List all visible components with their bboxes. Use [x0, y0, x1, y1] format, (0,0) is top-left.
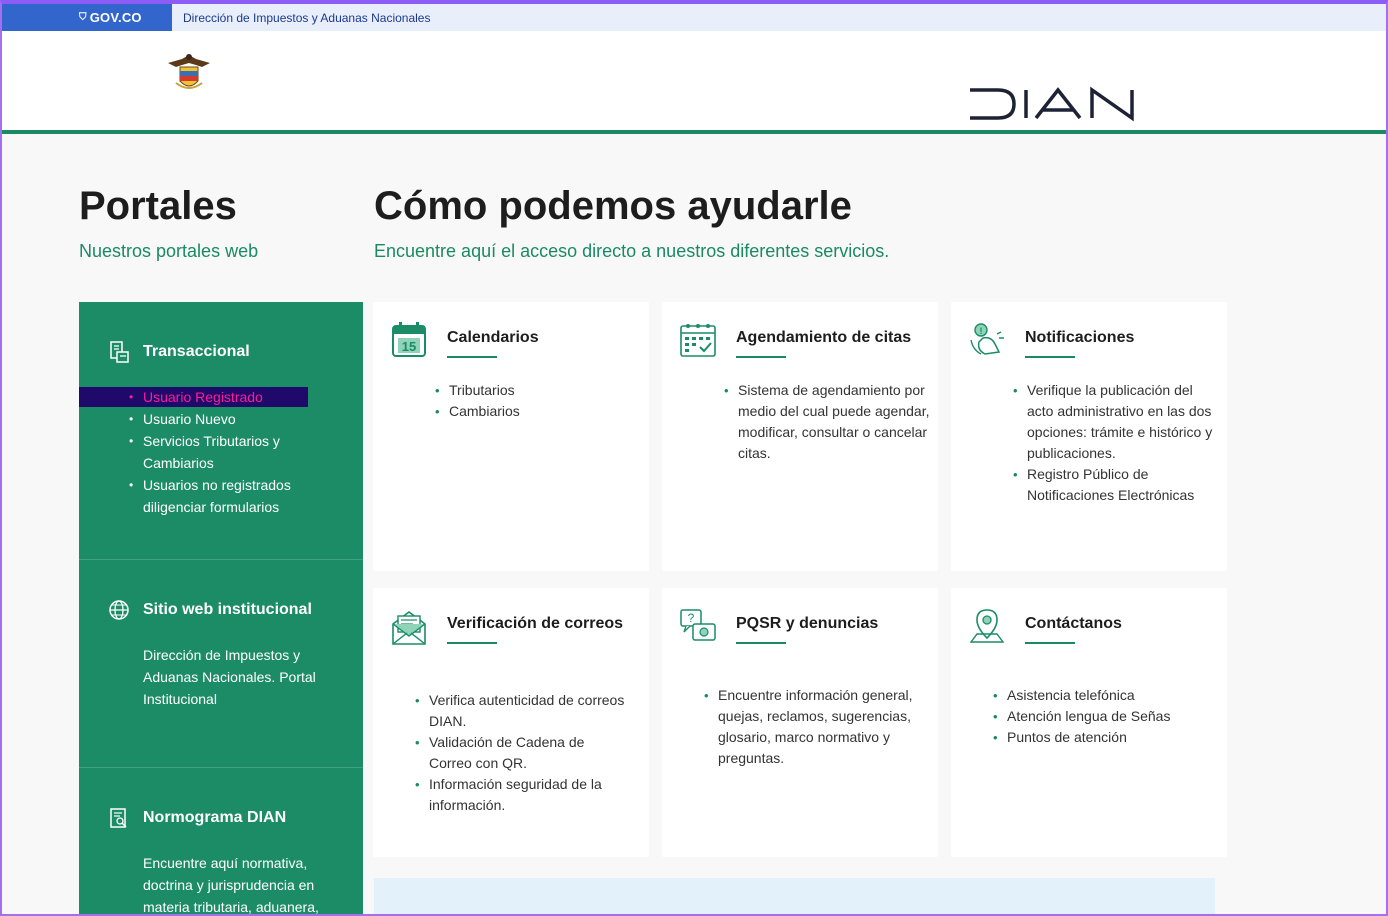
- link-verifica-autenticidad[interactable]: Verifica autenticidad de correos DIAN.: [415, 690, 625, 732]
- portal-normograma-header[interactable]: Normograma DIAN: [107, 806, 286, 830]
- transaction-icon: [110, 341, 129, 363]
- document-search-icon: [110, 808, 127, 828]
- link-usuarios-no-registrados[interactable]: Usuarios no registrados diligenciar form…: [129, 474, 329, 518]
- bottom-info-box: [374, 878, 1215, 916]
- link-validacion-cadena[interactable]: Validación de Cadena de Correo con QR.: [415, 732, 625, 774]
- portal-normograma-text[interactable]: Encuentre aquí normativa, doctrina y jur…: [143, 852, 333, 916]
- header: [2, 31, 1386, 130]
- dian-logo[interactable]: [968, 86, 1168, 122]
- pqsr-icon: ?: [680, 609, 716, 641]
- link-tributarios[interactable]: Tributarios: [435, 380, 645, 401]
- govco-logo[interactable]: ⛉ GOV.CO: [2, 4, 172, 31]
- svg-text:?: ?: [688, 611, 695, 625]
- portal-transaccional: Transaccional Usuario Registrado Usuario…: [79, 302, 363, 560]
- portal-transaccional-title: Transaccional: [143, 343, 250, 360]
- link-usuario-registrado[interactable]: Usuario Registrado: [129, 386, 329, 408]
- card-calendarios[interactable]: 15 Calendarios Tributarios Cambiarios: [373, 302, 649, 571]
- card-notificaciones-title: Notificaciones: [1025, 329, 1135, 346]
- card-notificaciones-list: Verifique la publicación del acto admini…: [1013, 380, 1223, 506]
- card-agendamiento-title: Agendamiento de citas: [736, 329, 912, 346]
- appointment-icon: [680, 324, 716, 357]
- link-puntos-atencion[interactable]: Puntos de atención: [993, 727, 1203, 748]
- card-verificacion-correos[interactable]: Verificación de correos Verifica autenti…: [373, 588, 649, 857]
- portal-sitio-web-text[interactable]: Dirección de Impuestos y Aduanas Naciona…: [143, 644, 333, 710]
- link-sistema-agendamiento[interactable]: Sistema de agendamiento por medio del cu…: [724, 380, 934, 464]
- card-calendarios-title: Calendarios: [447, 329, 539, 346]
- card-underline: [447, 356, 497, 358]
- card-agendamiento-list: Sistema de agendamiento por medio del cu…: [724, 380, 934, 464]
- link-servicios-tributarios[interactable]: Servicios Tributarios y Cambiarios: [129, 430, 329, 474]
- card-notificaciones[interactable]: ! Notificaciones Verifique la publicació…: [951, 302, 1227, 571]
- link-informacion-general[interactable]: Encuentre información general, quejas, r…: [704, 685, 914, 769]
- portal-sitio-web: Sitio web institucional Dirección de Imp…: [79, 560, 363, 768]
- globe-icon: [109, 600, 129, 620]
- card-underline: [736, 642, 786, 644]
- colombia-coat-of-arms-icon: [168, 54, 210, 89]
- portales-subtitle: Nuestros portales web: [79, 241, 259, 261]
- govco-shield-icon: ⛉: [79, 12, 87, 23]
- portales-title: Portales: [79, 184, 237, 228]
- link-cambiarios[interactable]: Cambiarios: [435, 401, 645, 422]
- link-lengua-senas[interactable]: Atención lengua de Señas: [993, 706, 1203, 727]
- header-divider: [2, 130, 1386, 134]
- portal-sitio-web-header[interactable]: Sitio web institucional: [107, 598, 312, 622]
- portal-normograma: Normograma DIAN Encuentre aquí normativa…: [79, 768, 363, 916]
- card-contactanos-title: Contáctanos: [1025, 615, 1122, 632]
- calendar-icon: 15: [392, 322, 426, 357]
- card-underline: [736, 356, 786, 358]
- card-calendarios-list: Tributarios Cambiarios: [435, 380, 645, 422]
- ayuda-title: Cómo podemos ayudarle: [374, 184, 852, 228]
- card-contactanos[interactable]: Contáctanos Asistencia telefónica Atenci…: [951, 588, 1227, 857]
- card-verificacion-list: Verifica autenticidad de correos DIAN. V…: [415, 690, 625, 816]
- link-registro-publico[interactable]: Registro Público de Notificaciones Elect…: [1013, 464, 1223, 506]
- card-underline: [447, 642, 497, 644]
- transaccional-list: Usuario Registrado Usuario Nuevo Servici…: [129, 386, 329, 518]
- mail-check-icon: [392, 611, 426, 645]
- card-verificacion-title: Verificación de correos: [447, 615, 624, 632]
- card-pqsr[interactable]: ? PQSR y denuncias Encuentre información…: [662, 588, 938, 857]
- card-agendamiento[interactable]: Agendamiento de citas Sistema de agendam…: [662, 302, 938, 571]
- svg-text:15: 15: [402, 339, 416, 354]
- card-underline: [1025, 642, 1075, 644]
- link-verifique-publicacion[interactable]: Verifique la publicación del acto admini…: [1013, 380, 1223, 464]
- notification-icon: !: [970, 323, 1004, 355]
- card-underline: [1025, 356, 1075, 358]
- gov-bar: ⛉ GOV.CO Dirección de Impuestos y Aduana…: [0, 4, 1388, 31]
- card-pqsr-list: Encuentre información general, quejas, r…: [704, 685, 914, 769]
- card-pqsr-title: PQSR y denuncias: [736, 615, 879, 632]
- govco-logo-text: GOV.CO: [89, 10, 142, 25]
- portals-panel: Transaccional Usuario Registrado Usuario…: [79, 302, 363, 916]
- portal-sitio-web-title: Sitio web institucional: [143, 601, 312, 618]
- location-icon: [969, 609, 1005, 643]
- link-informacion-seguridad[interactable]: Información seguridad de la información.: [415, 774, 625, 816]
- card-contactanos-list: Asistencia telefónica Atención lengua de…: [993, 685, 1203, 748]
- dian-link[interactable]: Dirección de Impuestos y Aduanas Naciona…: [183, 11, 430, 25]
- portal-normograma-title: Normograma DIAN: [143, 809, 287, 826]
- link-usuario-nuevo[interactable]: Usuario Nuevo: [129, 408, 329, 430]
- portal-transaccional-header[interactable]: Transaccional: [107, 340, 250, 364]
- ayuda-subtitle: Encuentre aquí el acceso directo a nuest…: [374, 241, 890, 261]
- link-asistencia-telefonica[interactable]: Asistencia telefónica: [993, 685, 1203, 706]
- svg-text:!: !: [980, 326, 983, 336]
